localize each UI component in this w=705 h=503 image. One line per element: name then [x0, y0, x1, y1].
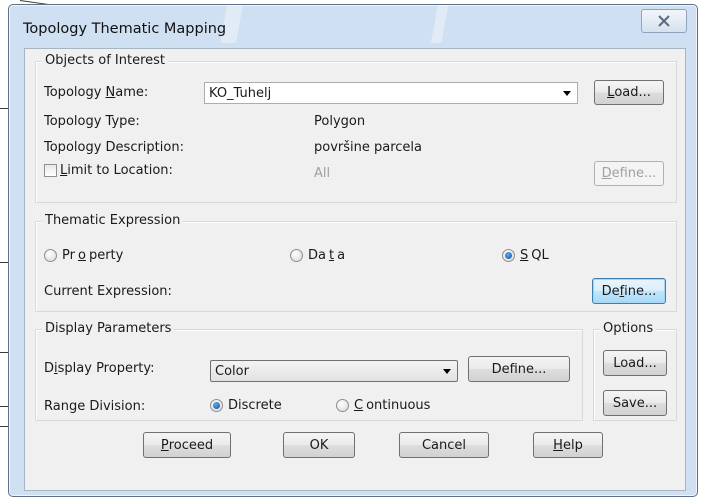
- objects-of-interest-group: Objects of Interest Topology Name: KO_Tu…: [35, 53, 677, 203]
- sql-radio[interactable]: S QL: [502, 248, 549, 263]
- topology-description-label: Topology Description:: [44, 140, 184, 155]
- options-group: Options Load... Save...: [593, 321, 677, 421]
- topology-name-value: KO_Tuhelj: [209, 85, 272, 101]
- radio-button-selected[interactable]: [210, 399, 223, 412]
- display-parameters-group: Display Parameters Display Property: Col…: [35, 321, 583, 421]
- dialog-body: Objects of Interest Topology Name: KO_Tu…: [24, 48, 686, 491]
- topology-type-label: Topology Type:: [44, 114, 140, 129]
- define-display-button[interactable]: Define...: [468, 356, 570, 382]
- data-radio[interactable]: Da t a: [290, 248, 345, 263]
- limit-location-value: All: [314, 166, 331, 181]
- radio-button-selected[interactable]: [502, 249, 515, 262]
- display-property-label: Display Property:: [44, 361, 155, 376]
- close-button[interactable]: [641, 9, 687, 33]
- chevron-down-icon: [443, 369, 451, 374]
- help-button[interactable]: Help: [533, 432, 603, 458]
- close-icon: [658, 15, 670, 27]
- limit-to-location-checkbox[interactable]: Limit to Location:: [44, 163, 173, 178]
- display-property-value: Color: [215, 363, 249, 379]
- load-options-button[interactable]: Load...: [603, 350, 667, 376]
- range-division-label: Range Division:: [44, 399, 146, 414]
- property-radio[interactable]: Pr o perty: [44, 248, 123, 263]
- continuous-radio[interactable]: Continuous: [336, 398, 430, 413]
- discrete-radio[interactable]: Discrete: [210, 398, 282, 413]
- define-location-button[interactable]: Define...: [594, 161, 664, 186]
- radio-button[interactable]: [44, 249, 57, 262]
- group-legend: Thematic Expression: [42, 213, 184, 228]
- thematic-expression-group: Thematic Expression Pr o perty Da t a S QL Cu…: [35, 213, 677, 312]
- checkbox-box[interactable]: [44, 164, 57, 177]
- display-property-select[interactable]: Color: [210, 360, 458, 382]
- group-legend: Display Parameters: [42, 321, 175, 336]
- proceed-button[interactable]: Proceed: [143, 432, 231, 458]
- ok-button[interactable]: OK: [283, 432, 355, 458]
- radio-button[interactable]: [336, 399, 349, 412]
- chevron-down-icon: [563, 91, 571, 96]
- radio-button[interactable]: [290, 249, 303, 262]
- group-legend: Objects of Interest: [42, 53, 169, 68]
- topology-name-label: Topology Name:: [44, 85, 149, 100]
- define-expression-button[interactable]: De f ine...: [592, 278, 666, 304]
- topology-name-select[interactable]: KO_Tuhelj: [204, 82, 578, 104]
- topology-description-value: površine parcela: [314, 140, 422, 155]
- cancel-button[interactable]: Cancel: [399, 432, 489, 458]
- save-options-button[interactable]: Save...: [603, 390, 667, 416]
- group-legend: Options: [600, 321, 657, 336]
- dialog-window: Topology Thematic Mapping Objects of Int…: [8, 4, 698, 497]
- window-title: Topology Thematic Mapping: [23, 21, 227, 37]
- topology-type-value: Polygon: [314, 114, 366, 129]
- current-expression-label: Current Expression:: [44, 284, 172, 299]
- load-topology-button[interactable]: Load...: [594, 80, 664, 105]
